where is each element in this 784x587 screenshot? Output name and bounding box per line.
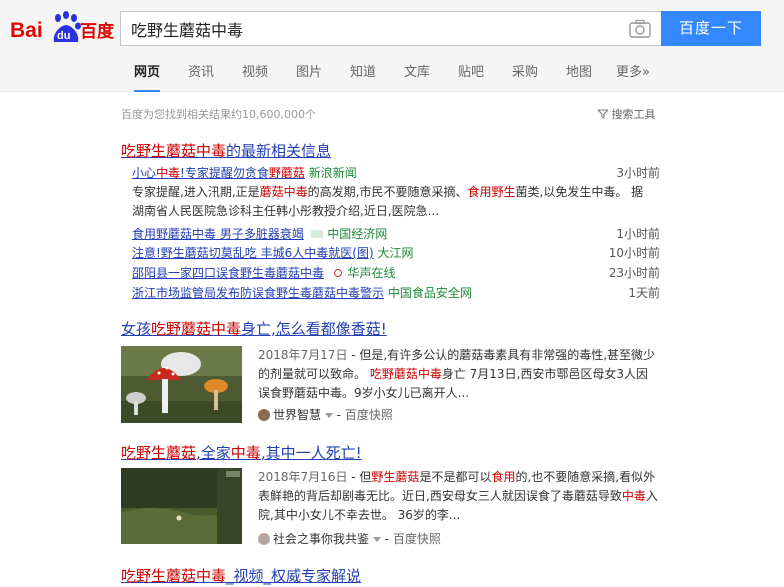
news-time: 1天前 <box>628 286 660 300</box>
baidu-logo[interactable]: Bai du 百度 <box>10 8 114 48</box>
result-abstract: 2018年7月17日 - 但是,有许多公认的蘑菇毒素具有非常强的毒性,甚至微少的… <box>258 348 656 400</box>
news-item-3[interactable]: 邵阳县一家四口误食野生毒蘑菇中毒 华声在线 <box>132 264 396 281</box>
result-title[interactable]: 女孩吃野蘑菇中毒身亡,怎么看都像香菇! <box>121 318 387 339</box>
result-meta: 世界智慧 - 百度快照 <box>258 406 393 423</box>
chevron-down-icon[interactable] <box>324 413 333 419</box>
tab-wenku[interactable]: 文库 <box>404 58 430 92</box>
vertical-tabs: 网页 资讯 视频 图片 知道 文库 贴吧 采购 地图 更多» <box>0 58 784 92</box>
result-thumbnail[interactable] <box>121 346 242 423</box>
tab-images[interactable]: 图片 <box>296 58 322 92</box>
tab-news[interactable]: 资讯 <box>188 58 214 92</box>
result-meta: 社会之事你我共鉴 - 百度快照 <box>258 530 441 547</box>
result-count: 百度为您找到相关结果约10,600,000个 <box>121 108 316 121</box>
news-time: 3小时前 <box>616 166 660 180</box>
source-avatar-icon <box>258 533 270 545</box>
news-source: 新浪新闻 <box>308 166 357 180</box>
header: Bai du 百度 百度一下 <box>0 0 784 58</box>
news-time: 23小时前 <box>608 266 660 280</box>
result-thumbnail[interactable] <box>121 468 242 544</box>
tab-web[interactable]: 网页 <box>134 58 161 92</box>
camera-icon[interactable] <box>629 19 651 39</box>
result-source[interactable]: 社会之事你我共鉴 <box>273 532 369 546</box>
news-time: 1小时前 <box>616 227 660 241</box>
cache-link[interactable]: 百度快照 <box>393 532 441 546</box>
chevron-down-icon[interactable] <box>372 537 381 543</box>
source-avatar-icon <box>258 409 270 421</box>
search-button[interactable]: 百度一下 <box>661 11 761 46</box>
news-item-4[interactable]: 浙江市场监管局发布防误食野生毒蘑菇中毒警示 中国食品安全网 <box>132 284 472 301</box>
news-item-0[interactable]: 小心中毒!专家提醒勿贪食野蘑菇 新浪新闻 <box>132 164 357 181</box>
tab-video[interactable]: 视频 <box>242 58 268 92</box>
search-box[interactable] <box>120 11 661 46</box>
tab-purchase[interactable]: 采购 <box>512 58 538 92</box>
result-title[interactable]: 吃野生蘑菇中毒_视频_权威专家解说 <box>121 565 361 586</box>
search-input[interactable] <box>121 12 611 45</box>
tab-map[interactable]: 地图 <box>566 58 592 92</box>
news-block-title[interactable]: 吃野生蘑菇中毒的最新相关信息 <box>121 140 331 161</box>
news-time: 10小时前 <box>608 246 660 260</box>
result-source[interactable]: 世界智慧 <box>273 408 321 422</box>
cache-link[interactable]: 百度快照 <box>345 408 393 422</box>
result-title[interactable]: 吃野生蘑菇,全家中毒,其中一人死亡! <box>121 442 362 463</box>
tab-more[interactable]: 更多» <box>616 58 650 92</box>
paw-icon: du <box>53 11 81 42</box>
news-badge-icon <box>311 230 324 238</box>
news-item-2[interactable]: 注意!野生蘑菇切莫乱吃 丰城6人中毒就医(图) 大江网 <box>132 244 413 261</box>
svg-text:du: du <box>57 30 70 42</box>
tab-tieba[interactable]: 贴吧 <box>458 58 484 92</box>
filter-icon <box>596 109 610 119</box>
news-abstract: 专家提醒,进入汛期,正是蘑菇中毒的高发期,市民不要随意采摘、食用野生菌类,以免发… <box>132 185 644 218</box>
result-abstract: 2018年7月16日 - 但野生蘑菇是不是都可以食用的,也不要随意采摘,看似外表… <box>258 470 658 522</box>
logo-text-right: 百度 <box>80 21 114 42</box>
logo-text-left: Bai <box>10 19 43 42</box>
search-tools[interactable]: 搜索工具 <box>596 106 656 122</box>
news-item-1[interactable]: 食用野蘑菇中毒 男子多脏器衰竭 中国经济网 <box>132 225 387 242</box>
tab-zhidao[interactable]: 知道 <box>350 58 376 92</box>
news-badge-icon <box>333 269 342 277</box>
